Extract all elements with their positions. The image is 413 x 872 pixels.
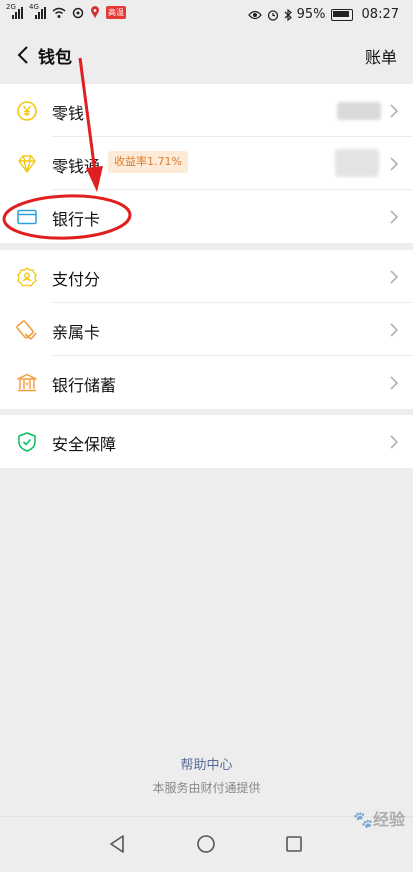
shield-check-icon (18, 432, 36, 452)
wallet-group-balance: 零钱 零钱通 银行卡 (0, 84, 413, 243)
family-card-icon (16, 320, 37, 340)
powered-by-text: 本服务由财付通提供 (152, 781, 261, 795)
pay-score-icon (17, 267, 37, 287)
page-title: 钱包 (38, 48, 72, 68)
location-pin-icon (91, 6, 99, 18)
menu-item-security[interactable]: 安全保障 (0, 415, 413, 468)
chevron-left-icon (17, 46, 28, 64)
chevron-right-icon (390, 210, 399, 224)
nav-header: 钱包 账单 (0, 30, 413, 80)
home-circle-icon[interactable] (196, 834, 216, 854)
paw-icon: 🐾 (353, 810, 373, 829)
menu-item-pay-score[interactable]: 支付分 (0, 250, 413, 303)
menu-item-change[interactable]: 零钱 (0, 84, 413, 137)
menu-item-bank-savings[interactable]: ¥ 银行储蓄 (0, 356, 413, 409)
wallet-group-services: 支付分 亲属卡 ¥ 银行储蓄 (0, 250, 413, 409)
chevron-right-icon (390, 323, 399, 337)
status-badge: 高温 (106, 6, 126, 19)
eye-comfort-icon (247, 10, 262, 19)
bills-link[interactable]: 账单 (365, 44, 397, 68)
data-saver-icon (72, 7, 84, 18)
bluetooth-icon (284, 8, 292, 21)
chevron-right-icon (390, 270, 399, 284)
menu-item-family-card[interactable]: 亲属卡 (0, 303, 413, 356)
bank-building-icon: ¥ (17, 373, 37, 392)
svg-text:¥: ¥ (25, 382, 29, 389)
menu-item-label: 支付分 (52, 270, 101, 289)
recents-square-icon[interactable] (285, 835, 303, 853)
menu-item-label: 零钱通 (52, 157, 101, 176)
chevron-right-icon (390, 435, 399, 449)
wallet-group-security: 安全保障 (0, 415, 413, 468)
watermark-text: 经验 (372, 810, 405, 829)
signal-2g-icon: 2G (6, 3, 23, 19)
signal-4g-icon: 4G (29, 3, 46, 19)
help-center-link[interactable]: 帮助中心 (0, 754, 413, 773)
back-triangle-icon[interactable] (108, 834, 126, 854)
chevron-right-icon (390, 157, 399, 171)
balance-blurred (337, 102, 381, 120)
balance-blurred (335, 149, 379, 177)
chevron-right-icon (390, 104, 399, 118)
menu-item-label: 零钱 (52, 104, 85, 123)
clock-time: 08:27 (361, 7, 399, 22)
watermark-logo: 🐾经验 (353, 806, 405, 830)
alarm-clock-icon (267, 9, 278, 21)
menu-item-label: 安全保障 (52, 435, 117, 454)
chevron-right-icon (390, 376, 399, 390)
system-nav-bar (0, 816, 413, 872)
yield-rate-badge: 收益率1.71% (108, 151, 188, 173)
battery-percent: 95% (296, 7, 326, 22)
back-button[interactable] (14, 44, 32, 66)
menu-item-label: 亲属卡 (52, 323, 101, 342)
menu-item-label: 银行卡 (52, 210, 101, 229)
menu-item-label: 银行储蓄 (52, 376, 117, 395)
menu-item-change-plus[interactable]: 零钱通 (0, 137, 413, 190)
status-bar: 2G 4G 高温 95% 08:27 (0, 0, 413, 30)
menu-item-bank-card[interactable]: 银行卡 (0, 190, 413, 243)
battery-icon (330, 8, 353, 21)
wifi-icon (52, 7, 66, 18)
bank-card-icon (17, 209, 37, 225)
coin-yuan-icon (17, 101, 37, 121)
diamond-icon (18, 155, 36, 173)
